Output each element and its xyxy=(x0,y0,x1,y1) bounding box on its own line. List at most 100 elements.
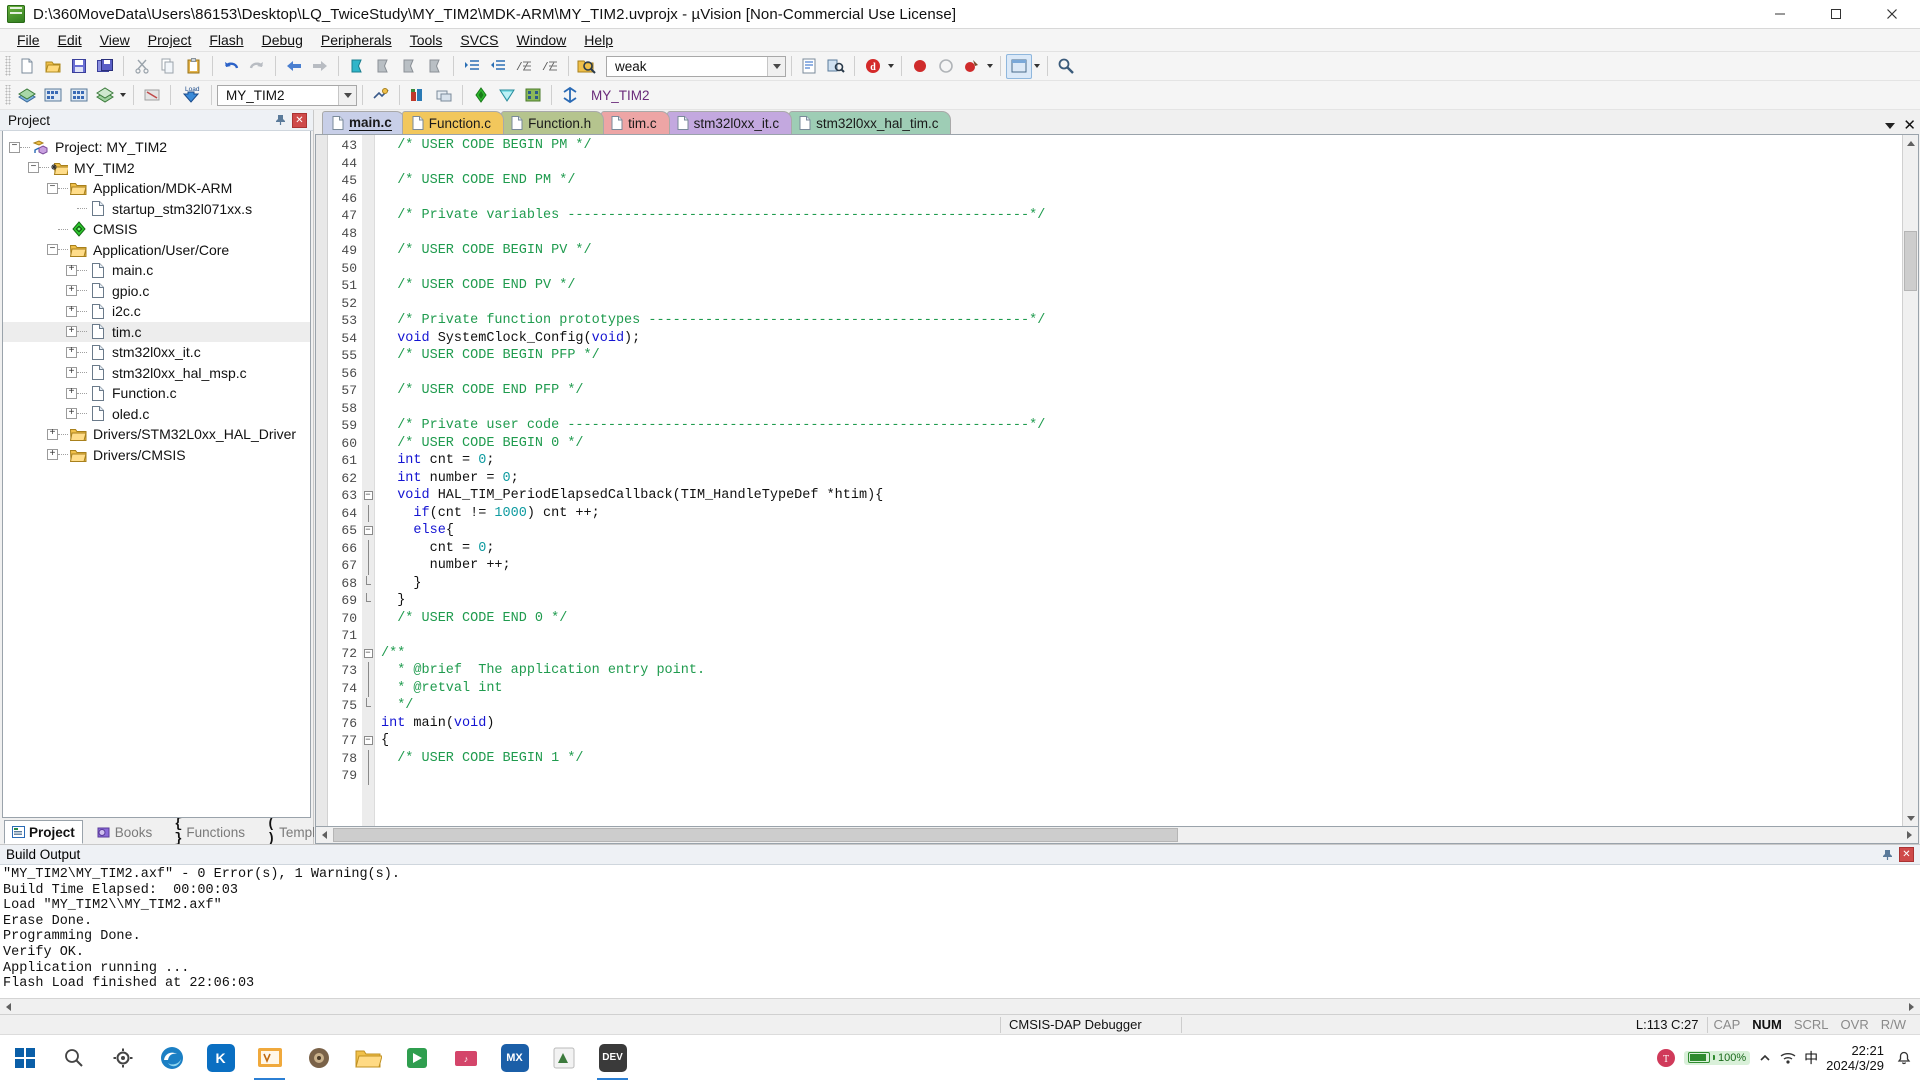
scroll-left-icon[interactable] xyxy=(316,827,333,843)
tree-item-stm32l0xx-it-c[interactable]: + stm32l0xx_it.c xyxy=(3,342,310,363)
build-output-hscrollbar[interactable] xyxy=(0,998,1920,1014)
editor-marker-gutter[interactable] xyxy=(316,135,328,826)
copy-icon[interactable] xyxy=(155,54,181,79)
code-editor[interactable]: 43 44 45 46 47 48 49 50 51 52 53 54 55 56 57 58 59 60 61 62… xyxy=(315,134,1919,827)
editor-horizontal-scrollbar[interactable] xyxy=(315,827,1919,844)
tab-books[interactable]: Books xyxy=(89,820,161,844)
batch-build-icon[interactable] xyxy=(92,83,118,108)
clock[interactable]: 22:21 2024/3/29 xyxy=(1826,1043,1888,1073)
chevron-down-icon[interactable] xyxy=(767,56,785,76)
network-icon[interactable] xyxy=(1780,1051,1796,1065)
pack-installer-icon[interactable] xyxy=(468,83,494,108)
tree-item-my-tim2[interactable]: − MY_TIM2 xyxy=(3,158,310,179)
disable-breakpoint-icon[interactable] xyxy=(933,54,959,79)
maximize-button[interactable] xyxy=(1808,0,1864,29)
download-icon[interactable]: Load xyxy=(176,83,206,108)
tree-expander-plus-icon[interactable]: + xyxy=(66,408,77,420)
mx-button[interactable]: MX xyxy=(490,1035,539,1080)
indent-icon[interactable] xyxy=(459,54,485,79)
app-9-button[interactable] xyxy=(392,1035,441,1080)
toolbar-grip[interactable] xyxy=(5,85,11,105)
new-file-icon[interactable] xyxy=(14,54,40,79)
multi-project-icon[interactable] xyxy=(431,83,457,108)
uncomment-icon[interactable]: // xyxy=(537,54,563,79)
app-7-button[interactable] xyxy=(294,1035,343,1080)
bookmark-next-icon[interactable] xyxy=(396,54,422,79)
paste-icon[interactable] xyxy=(181,54,207,79)
keil-button[interactable]: K xyxy=(196,1035,245,1080)
vscroll-track[interactable] xyxy=(1903,151,1918,810)
tree-expander-minus-icon[interactable]: − xyxy=(47,244,58,256)
menu-svcs[interactable]: SVCS xyxy=(451,31,507,49)
tree-expander-plus-icon[interactable]: + xyxy=(66,367,77,379)
save-all-icon[interactable] xyxy=(92,54,118,79)
tree-item-project-my-tim2[interactable]: − Project: MY_TIM2 xyxy=(3,137,310,158)
bookmark-prev-icon[interactable] xyxy=(370,54,396,79)
tree-expander-minus-icon[interactable]: − xyxy=(47,182,58,194)
chevron-down-icon[interactable] xyxy=(1032,54,1042,79)
tree-item-cmsis[interactable]: CMSIS xyxy=(3,219,310,240)
dev-button[interactable]: DEV xyxy=(588,1035,637,1080)
code-text[interactable]: /* USER CODE BEGIN PM */ /* USER CODE EN… xyxy=(375,135,1902,826)
tree-item-application-mdk-arm[interactable]: − Application/MDK-ARM xyxy=(3,178,310,199)
project-tree[interactable]: − Project: MY_TIM2 − MY_TIM2 − Application/MD… xyxy=(2,131,311,818)
target-combo[interactable]: MY_TIM2 xyxy=(217,84,357,106)
menu-tools[interactable]: Tools xyxy=(401,31,452,49)
tree-expander-plus-icon[interactable]: + xyxy=(66,285,77,297)
configuration-wizard-icon[interactable] xyxy=(1053,54,1079,79)
debug-session-icon[interactable]: d xyxy=(860,54,886,79)
close-icon[interactable]: ✕ xyxy=(1899,847,1914,862)
tree-expander-plus-icon[interactable]: + xyxy=(66,326,77,338)
tree-item-function-c[interactable]: + Function.c xyxy=(3,383,310,404)
menu-debug[interactable]: Debug xyxy=(253,31,312,49)
app-12-button[interactable] xyxy=(539,1035,588,1080)
scroll-left-icon[interactable] xyxy=(0,999,17,1014)
uvision-button[interactable] xyxy=(245,1035,294,1080)
menu-peripherals[interactable]: Peripherals xyxy=(312,31,401,49)
tab-functions[interactable]: { } Functions xyxy=(166,817,253,847)
settings-button[interactable] xyxy=(98,1035,147,1080)
manage-runtime-env-icon[interactable] xyxy=(494,83,520,108)
hscroll-thumb[interactable] xyxy=(333,828,1178,842)
battery-indicator[interactable]: 100% xyxy=(1684,1050,1751,1065)
tree-expander-plus-icon[interactable]: + xyxy=(66,264,77,276)
fold-collapse-icon[interactable]: − xyxy=(362,732,374,750)
tree-expander-plus-icon[interactable]: + xyxy=(66,305,77,317)
chevron-up-icon[interactable] xyxy=(1758,1051,1772,1065)
hscroll-track[interactable] xyxy=(333,827,1901,843)
build-hscroll-track[interactable] xyxy=(17,999,1903,1014)
tree-item-stm32l0xx-hal-msp-c[interactable]: + stm32l0xx_hal_msp.c xyxy=(3,363,310,384)
fold-collapse-icon[interactable]: − xyxy=(362,645,374,663)
insert-breakpoint-icon[interactable] xyxy=(907,54,933,79)
editor-tab-function-c[interactable]: Function.c xyxy=(401,111,505,134)
editor-tab-function-h[interactable]: Function.h xyxy=(501,111,605,134)
vscroll-thumb[interactable] xyxy=(1904,231,1917,291)
scroll-right-icon[interactable] xyxy=(1901,827,1918,843)
app-10-button[interactable]: ♪ xyxy=(441,1035,490,1080)
save-icon[interactable] xyxy=(66,54,92,79)
tree-item-startup-stm32l071xx-s[interactable]: startup_stm32l071xx.s xyxy=(3,199,310,220)
editor-tab-tim-c[interactable]: tim.c xyxy=(601,111,670,134)
scroll-down-icon[interactable] xyxy=(1903,810,1918,826)
search-input[interactable]: weak xyxy=(615,59,647,74)
chevron-down-icon[interactable] xyxy=(338,85,356,105)
text-find-icon[interactable] xyxy=(797,54,823,79)
translate-icon[interactable] xyxy=(14,83,40,108)
menu-edit[interactable]: Edit xyxy=(49,31,91,49)
explorer-button[interactable] xyxy=(343,1035,392,1080)
chevron-down-icon[interactable] xyxy=(118,83,128,108)
menu-flash[interactable]: Flash xyxy=(200,31,252,49)
scroll-right-icon[interactable] xyxy=(1903,999,1920,1014)
editor-tab-stm32l0xx-it-c[interactable]: stm32l0xx_it.c xyxy=(666,111,793,134)
close-document-icon[interactable]: ✕ xyxy=(1903,118,1916,133)
tree-expander-minus-icon[interactable]: − xyxy=(28,162,39,174)
manage-project-items-icon[interactable] xyxy=(405,83,431,108)
tree-expander-plus-icon[interactable]: + xyxy=(47,449,58,461)
start-button[interactable] xyxy=(0,1035,49,1080)
outdent-icon[interactable] xyxy=(485,54,511,79)
chevron-down-icon[interactable] xyxy=(886,54,896,79)
tree-expander-plus-icon[interactable]: + xyxy=(66,387,77,399)
bookmark-clear-icon[interactable] xyxy=(422,54,448,79)
open-file-icon[interactable] xyxy=(40,54,66,79)
pin-icon[interactable] xyxy=(1879,847,1895,863)
